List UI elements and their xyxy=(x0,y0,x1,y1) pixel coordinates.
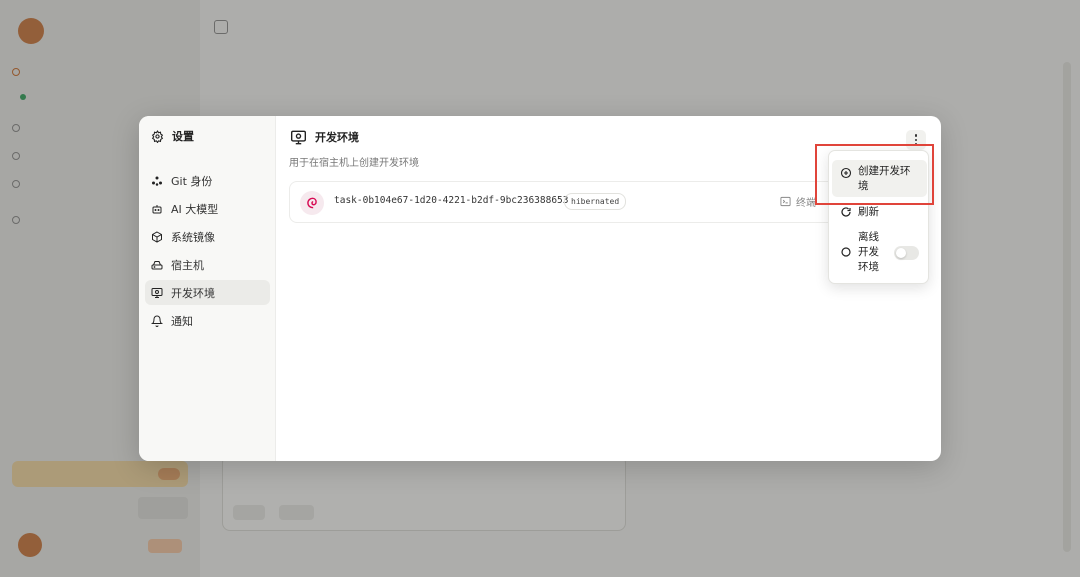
git-identity-icon xyxy=(152,176,162,186)
box-icon xyxy=(152,230,162,243)
nav-item-system-image[interactable]: 系统镜像 xyxy=(145,224,270,249)
menu-item-refresh[interactable]: 刷新 xyxy=(832,205,927,223)
terminal-label: 终端 xyxy=(796,198,816,209)
nav-item-dev-environment[interactable]: 开发环境 xyxy=(145,280,270,305)
nav-item-label: 开发环境 xyxy=(171,286,215,300)
bell-icon xyxy=(151,315,163,327)
settings-nav: Git 身份 AI 大模型 系统镜像 宿主机 开发环境 通知 xyxy=(145,168,270,336)
panel-header: 开发环境 xyxy=(290,129,359,145)
debian-icon xyxy=(300,191,324,215)
nav-item-git-identity[interactable]: Git 身份 xyxy=(145,168,270,193)
highlight-annotation-box xyxy=(815,144,934,205)
host-drive-icon xyxy=(151,260,163,269)
more-vertical-icon xyxy=(914,134,918,137)
nav-item-label: 宿主机 xyxy=(171,258,204,272)
nav-item-ai-model[interactable]: AI 大模型 xyxy=(145,196,270,221)
robot-icon xyxy=(152,204,162,213)
menu-item-label: 刷新 xyxy=(858,206,879,218)
terminal-button[interactable]: 终端 xyxy=(780,194,816,209)
terminal-icon xyxy=(780,196,791,207)
settings-title: 设置 xyxy=(151,128,194,144)
refresh-icon xyxy=(841,207,851,217)
nav-item-label: 系统镜像 xyxy=(171,230,215,244)
settings-sidebar: 设置 Git 身份 AI 大模型 系统镜像 宿主机 开发环境 通知 xyxy=(139,116,276,461)
menu-item-label: 离线 开发 环境 xyxy=(858,231,879,273)
monitor-icon xyxy=(151,287,163,298)
environment-card[interactable]: task-0b104e67-1d20-4221-b2df-9bc23638865… xyxy=(289,181,849,223)
circle-icon xyxy=(841,247,851,257)
nav-item-label: AI 大模型 xyxy=(171,202,219,216)
nav-item-notifications[interactable]: 通知 xyxy=(145,308,270,333)
environment-name: task-0b104e67-1d20-4221-b2df-9bc23638865… xyxy=(334,195,569,206)
monitor-icon xyxy=(291,130,306,144)
gear-icon xyxy=(151,129,164,143)
panel-title: 开发环境 xyxy=(315,131,359,144)
nav-item-label: Git 身份 xyxy=(171,174,213,188)
panel-subtitle: 用于在宿主机上创建开发环境 xyxy=(289,158,419,169)
offline-toggle-switch[interactable] xyxy=(894,246,919,260)
status-badge: hibernated xyxy=(564,193,627,210)
nav-item-host[interactable]: 宿主机 xyxy=(145,252,270,277)
nav-item-label: 通知 xyxy=(171,314,193,328)
settings-title-text: 设置 xyxy=(172,130,194,143)
